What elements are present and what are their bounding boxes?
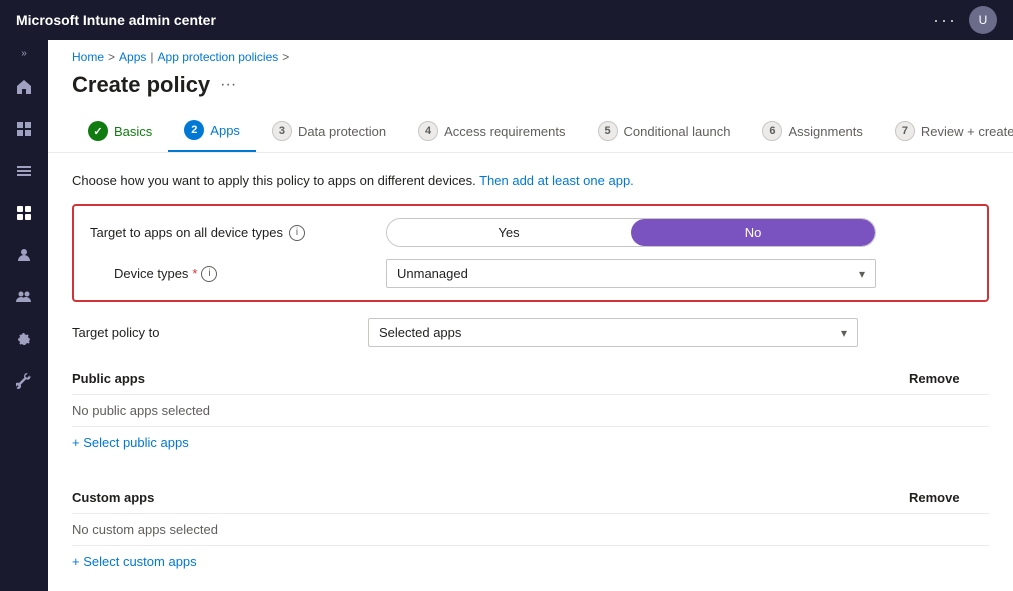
device-types-required: * <box>192 266 197 281</box>
breadcrumb-sep2: | <box>150 50 153 64</box>
step-apps-badge: 2 <box>184 120 204 140</box>
sidebar-item-tools[interactable] <box>4 361 44 401</box>
step-apps[interactable]: 2 Apps <box>168 110 256 152</box>
device-types-info-icon[interactable]: i <box>201 266 217 282</box>
page-title: Create policy <box>72 72 210 98</box>
steps-nav: ✓ Basics 2 Apps 3 Data protection 4 Acce… <box>48 110 1013 153</box>
content-area: Home > Apps | App protection policies > … <box>48 40 1013 591</box>
sidebar-item-settings[interactable] <box>4 319 44 359</box>
page-more-icon[interactable]: ··· <box>220 76 236 94</box>
toggle-no-option[interactable]: No <box>631 219 875 246</box>
target-policy-value: Selected apps <box>379 325 461 340</box>
no-custom-apps-row: No custom apps selected​ <box>72 514 989 546</box>
step-assignments-badge: 6 <box>762 121 782 141</box>
public-apps-section: Public apps Remove No public apps select… <box>72 363 989 466</box>
form-description-text: Choose how you want to apply this policy… <box>72 173 479 188</box>
form-description: Choose how you want to apply this policy… <box>72 173 989 188</box>
main-layout: » Home > Apps | <box>0 40 1013 591</box>
target-section: Target to apps on all device types i Yes… <box>72 204 989 302</box>
toggle-yes-option[interactable]: Yes <box>387 219 631 246</box>
step-review-label: Review + create <box>921 124 1013 139</box>
device-types-chevron-icon: ▾ <box>859 267 865 281</box>
public-apps-col-remove: Remove <box>909 371 989 386</box>
custom-apps-section: Custom apps Remove No custom apps select… <box>72 482 989 585</box>
target-all-info-icon[interactable]: i <box>289 225 305 241</box>
breadcrumb-home[interactable]: Home <box>72 50 104 64</box>
step-data-protection-badge: 3 <box>272 121 292 141</box>
public-apps-col-name: Public apps <box>72 371 909 386</box>
target-policy-chevron-icon: ▾ <box>841 326 847 340</box>
custom-apps-header-row: Custom apps Remove <box>72 482 989 514</box>
yes-no-toggle[interactable]: Yes No <box>386 218 876 247</box>
step-apps-label: Apps <box>210 123 240 138</box>
device-types-row: Device types * i Unmanaged ▾ <box>90 259 971 288</box>
step-review-badge: 7 <box>895 121 915 141</box>
step-access-requirements[interactable]: 4 Access requirements <box>402 111 581 151</box>
step-assignments[interactable]: 6 Assignments <box>746 111 878 151</box>
avatar[interactable]: U <box>969 6 997 34</box>
sidebar: » <box>0 40 48 591</box>
sidebar-item-list[interactable] <box>4 151 44 191</box>
step-basics-label: Basics <box>114 124 152 139</box>
no-public-apps-text: No public apps selected <box>72 403 210 418</box>
step-access-label: Access requirements <box>444 124 565 139</box>
step-data-protection[interactable]: 3 Data protection <box>256 111 402 151</box>
select-custom-apps-link[interactable]: + Select custom apps <box>72 546 197 577</box>
step-data-protection-label: Data protection <box>298 124 386 139</box>
step-conditional-label: Conditional launch <box>624 124 731 139</box>
form-description-link[interactable]: Then add at least one app. <box>479 173 634 188</box>
target-policy-label: Target policy to <box>72 325 352 340</box>
breadcrumb-sep1: > <box>108 50 115 64</box>
page-header: Create policy ··· <box>48 68 1013 110</box>
target-policy-dropdown[interactable]: Selected apps ▾ <box>368 318 858 347</box>
no-custom-apps-text: No custom apps selected​ <box>72 522 218 537</box>
form-area: Choose how you want to apply this policy… <box>48 153 1013 591</box>
breadcrumb: Home > Apps | App protection policies > <box>48 40 1013 68</box>
topbar-right: ··· U <box>933 6 997 34</box>
device-types-label: Device types * i <box>114 266 370 282</box>
step-conditional-badge: 5 <box>598 121 618 141</box>
sidebar-item-home[interactable] <box>4 67 44 107</box>
sidebar-item-groups[interactable] <box>4 277 44 317</box>
step-review-create[interactable]: 7 Review + create <box>879 111 1013 151</box>
no-public-apps-row: No public apps selected <box>72 395 989 427</box>
step-conditional-launch[interactable]: 5 Conditional launch <box>582 111 747 151</box>
custom-apps-col-name: Custom apps <box>72 490 909 505</box>
device-types-dropdown[interactable]: Unmanaged ▾ <box>386 259 876 288</box>
breadcrumb-apps[interactable]: Apps <box>119 50 146 64</box>
step-basics[interactable]: ✓ Basics <box>72 111 168 151</box>
topbar: Microsoft Intune admin center ··· U <box>0 0 1013 40</box>
sidebar-item-users[interactable] <box>4 235 44 275</box>
target-all-label-text: Target to apps on all device types <box>90 225 283 240</box>
breadcrumb-sep3: > <box>282 50 289 64</box>
public-apps-header-row: Public apps Remove <box>72 363 989 395</box>
sidebar-item-dashboard[interactable] <box>4 109 44 149</box>
app-title: Microsoft Intune admin center <box>16 12 216 28</box>
target-all-device-types-row: Target to apps on all device types i Yes… <box>90 218 971 247</box>
select-public-apps-link[interactable]: + Select public apps <box>72 427 189 458</box>
device-types-label-text: Device types <box>114 266 188 281</box>
custom-apps-col-remove: Remove <box>909 490 989 505</box>
sidebar-collapse-icon[interactable]: » <box>21 48 27 59</box>
breadcrumb-policies[interactable]: App protection policies <box>158 50 279 64</box>
step-basics-badge: ✓ <box>88 121 108 141</box>
topbar-more-icon[interactable]: ··· <box>933 10 957 31</box>
target-policy-row: Target policy to Selected apps ▾ <box>72 318 989 347</box>
device-types-value: Unmanaged <box>397 266 468 281</box>
sidebar-item-apps[interactable] <box>4 193 44 233</box>
step-access-badge: 4 <box>418 121 438 141</box>
step-assignments-label: Assignments <box>788 124 862 139</box>
target-all-label: Target to apps on all device types i <box>90 225 370 241</box>
